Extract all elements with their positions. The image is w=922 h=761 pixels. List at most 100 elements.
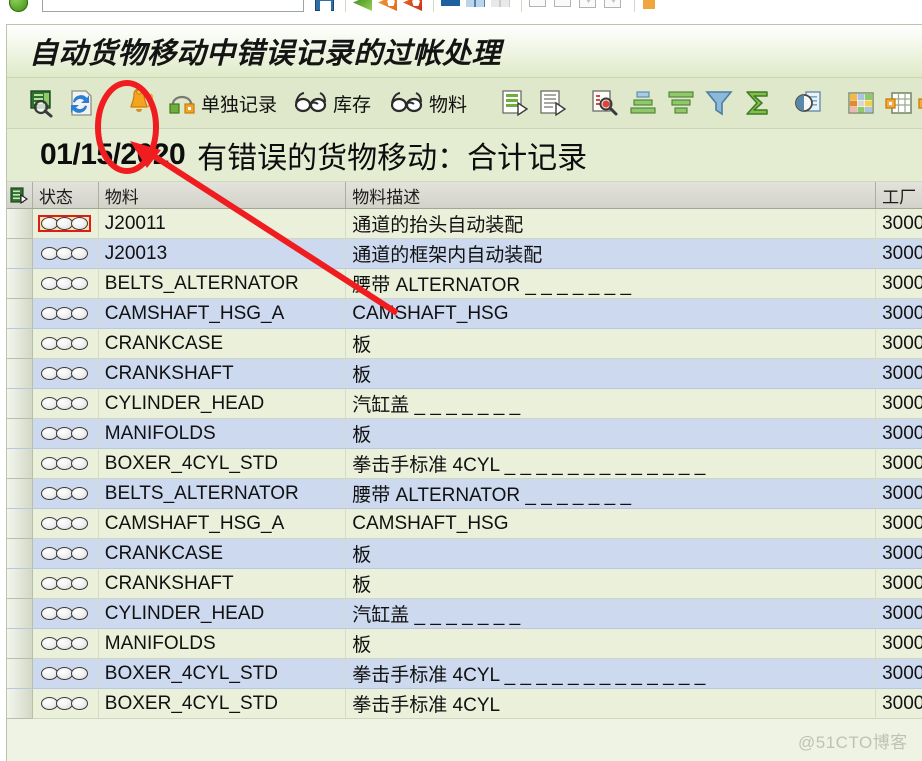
status-cell[interactable] (32, 209, 99, 239)
material-cell[interactable]: J20011 (98, 209, 347, 239)
material-description-cell[interactable]: 板 (346, 329, 877, 359)
previous-page-icon[interactable] (553, 0, 575, 18)
row-select-cell[interactable] (7, 389, 33, 419)
plant-cell[interactable]: 3000 (876, 209, 922, 239)
status-cell[interactable] (32, 539, 99, 569)
material-cell[interactable]: CAMSHAFT_HSG_A (98, 509, 347, 539)
execute-button[interactable] (23, 83, 61, 123)
sort-ascending-button[interactable] (624, 83, 662, 123)
table-row[interactable]: BOXER_4CYL_STD 拳击手标准 4CYL _ _ _ _ _ _ _ _… (7, 449, 922, 479)
table-row[interactable]: CRANKCASE 板 3000 (7, 329, 922, 359)
command-field[interactable] (42, 0, 304, 12)
row-select-cell[interactable] (7, 449, 33, 479)
row-select-cell[interactable] (7, 689, 33, 719)
grid-select-all-button[interactable] (7, 182, 33, 208)
material-description-cell[interactable]: 通道的抬头自动装配 (346, 209, 877, 239)
status-cell[interactable] (32, 419, 99, 449)
post-button[interactable] (113, 83, 163, 123)
last-page-icon[interactable] (603, 0, 625, 18)
status-cell[interactable] (32, 689, 99, 719)
find-next-icon[interactable] (490, 0, 512, 18)
column-header-plant[interactable]: 工厂 (876, 182, 922, 208)
status-cell[interactable] (32, 479, 99, 509)
save-icon[interactable] (314, 0, 336, 18)
plant-cell[interactable]: 3000 (876, 239, 922, 269)
plant-cell[interactable]: 3000 (876, 539, 922, 569)
row-select-cell[interactable] (7, 239, 33, 269)
plant-cell[interactable]: 3000 (876, 659, 922, 689)
first-page-icon[interactable] (528, 0, 550, 18)
material-cell[interactable]: BOXER_4CYL_STD (98, 659, 347, 689)
status-cell[interactable] (32, 329, 99, 359)
plant-cell[interactable]: 3000 (876, 299, 922, 329)
status-cell[interactable] (32, 449, 99, 479)
detail-button[interactable] (496, 83, 534, 123)
column-header-material-description[interactable]: 物料描述 (346, 182, 877, 208)
table-row[interactable]: J20013 通道的框架内自动装配 3000 (7, 239, 922, 269)
table-row[interactable]: MANIFOLDS 板 3000 (7, 419, 922, 449)
row-select-cell[interactable] (7, 329, 33, 359)
material-cell[interactable]: BELTS_ALTERNATOR (98, 269, 347, 299)
plant-cell[interactable]: 3000 (876, 509, 922, 539)
plant-cell[interactable]: 3000 (876, 689, 922, 719)
plant-cell[interactable]: 3000 (876, 449, 922, 479)
plant-cell[interactable]: 3000 (876, 269, 922, 299)
refresh-button[interactable] (61, 83, 99, 123)
material-description-cell[interactable]: 板 (346, 539, 877, 569)
find-button[interactable] (586, 83, 624, 123)
material-cell[interactable]: CRANKSHAFT (98, 359, 347, 389)
status-cell[interactable] (32, 659, 99, 689)
plant-cell[interactable]: 3000 (876, 389, 922, 419)
material-cell[interactable]: CAMSHAFT_HSG_A (98, 299, 347, 329)
material-cell[interactable]: MANIFOLDS (98, 629, 347, 659)
table-row[interactable]: CYLINDER_HEAD 汽缸盖 _ _ _ _ _ _ _ 3000 (7, 389, 922, 419)
plant-cell[interactable]: 3000 (876, 329, 922, 359)
material-description-cell[interactable]: 汽缸盖 _ _ _ _ _ _ _ (346, 599, 877, 629)
table-row[interactable]: J20011 通道的抬头自动装配 3000 (7, 209, 922, 239)
export-button[interactable] (880, 83, 918, 123)
print-preview-button[interactable] (790, 83, 828, 123)
total-button[interactable] (738, 83, 776, 123)
plant-cell[interactable]: 3000 (876, 629, 922, 659)
stock-button[interactable]: 库存 (291, 83, 375, 123)
exit-icon[interactable] (377, 0, 399, 18)
row-select-cell[interactable] (7, 209, 33, 239)
material-cell[interactable]: CRANKCASE (98, 539, 347, 569)
material-cell[interactable]: CRANKSHAFT (98, 569, 347, 599)
plant-cell[interactable]: 3000 (876, 419, 922, 449)
plant-cell[interactable]: 3000 (876, 569, 922, 599)
material-description-cell[interactable]: 汽缸盖 _ _ _ _ _ _ _ (346, 389, 877, 419)
material-description-cell[interactable]: 板 (346, 419, 877, 449)
column-header-status[interactable]: 状态 (32, 182, 99, 208)
material-cell[interactable]: CRANKCASE (98, 329, 347, 359)
row-select-cell[interactable] (7, 539, 33, 569)
material-description-cell[interactable]: 拳击手标准 4CYL (346, 689, 877, 719)
display-variant-button[interactable] (534, 83, 572, 123)
cancel-icon[interactable] (402, 0, 424, 18)
material-description-cell[interactable]: 拳击手标准 4CYL _ _ _ _ _ _ _ _ _ _ _ _ _ (346, 659, 877, 689)
material-description-cell[interactable]: CAMSHAFT_HSG (346, 299, 877, 329)
layout-button[interactable] (842, 83, 880, 123)
row-select-cell[interactable] (7, 269, 33, 299)
status-cell[interactable] (32, 299, 99, 329)
find-icon[interactable] (465, 0, 487, 18)
back-icon[interactable] (352, 0, 374, 18)
plant-cell[interactable]: 3000 (876, 599, 922, 629)
additional-tool-button[interactable] (918, 83, 922, 123)
table-row[interactable]: BELTS_ALTERNATOR 腰带 ALTERNATOR _ _ _ _ _ … (7, 269, 922, 299)
table-row[interactable]: MANIFOLDS 板 3000 (7, 629, 922, 659)
material-cell[interactable]: CYLINDER_HEAD (98, 599, 347, 629)
sort-descending-button[interactable] (662, 83, 700, 123)
row-select-cell[interactable] (7, 629, 33, 659)
row-select-cell[interactable] (7, 569, 33, 599)
status-cell[interactable] (32, 239, 99, 269)
table-row[interactable]: CYLINDER_HEAD 汽缸盖 _ _ _ _ _ _ _ 3000 (7, 599, 922, 629)
column-header-material[interactable]: 物料 (98, 182, 347, 208)
material-cell[interactable]: CYLINDER_HEAD (98, 389, 347, 419)
table-row[interactable]: CAMSHAFT_HSG_A CAMSHAFT_HSG 3000 (7, 299, 922, 329)
row-select-cell[interactable] (7, 659, 33, 689)
status-cell[interactable] (32, 269, 99, 299)
table-row[interactable]: CRANKCASE 板 3000 (7, 539, 922, 569)
single-record-button[interactable]: 单独记录 (163, 83, 281, 123)
enter-icon[interactable] (8, 0, 30, 18)
